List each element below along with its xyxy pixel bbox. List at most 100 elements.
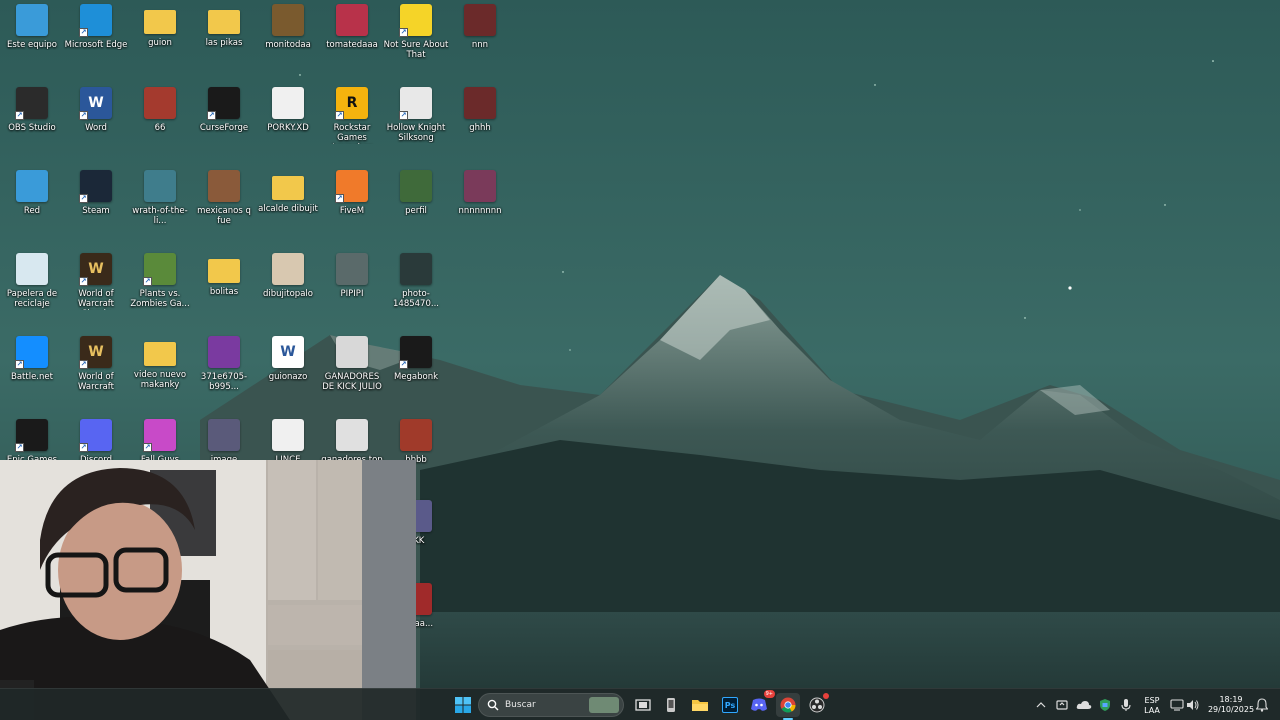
desktop-icon-label: alcalde dibujit bbox=[258, 204, 318, 214]
desktop-icon[interactable]: ↗ Megabonk bbox=[384, 336, 448, 416]
desktop-icon-label: FiveM bbox=[339, 206, 365, 216]
desktop-icon-label: guionazo bbox=[268, 372, 308, 382]
show-hidden-icons-button[interactable] bbox=[1033, 697, 1049, 713]
folder-icon bbox=[272, 176, 304, 200]
word-icon: W ↗ bbox=[79, 87, 112, 120]
image-file-icon bbox=[336, 336, 368, 368]
desktop-icon[interactable]: ↗ Steam bbox=[64, 170, 128, 250]
taskbar-app-obs[interactable] bbox=[805, 693, 829, 717]
desktop-icon[interactable]: PORKY.XD bbox=[256, 87, 320, 167]
webcam-feed-image bbox=[0, 460, 416, 720]
desktop-icon-label: GANADORES DE KICK JULIO bbox=[322, 372, 382, 392]
desktop-icon[interactable]: monitodaa bbox=[256, 4, 320, 84]
desktop-icon[interactable]: W ↗ World of Warcraft bbox=[64, 336, 128, 416]
fall-guys-icon: ↗ bbox=[143, 419, 176, 452]
fivem-icon: ↗ bbox=[335, 170, 368, 203]
desktop-icon[interactable]: photo-1485470... bbox=[384, 253, 448, 333]
desktop-icon[interactable]: Red bbox=[0, 170, 64, 250]
task-view-button[interactable] bbox=[631, 693, 655, 717]
discord-icon: ↗ bbox=[79, 419, 112, 452]
desktop-icon-label: video nuevo makanky bbox=[133, 370, 187, 390]
desktop-icon[interactable]: ↗ FiveM bbox=[320, 170, 384, 250]
language-indicator[interactable]: ESP LAA bbox=[1140, 696, 1164, 716]
desktop-icon[interactable]: ↗ Not Sure About That bbox=[384, 4, 448, 84]
image-file-icon bbox=[272, 253, 304, 285]
desktop-icon-label: Megabonk bbox=[393, 372, 439, 382]
image-file-icon bbox=[464, 170, 496, 202]
desktop-icon[interactable]: ghhh bbox=[448, 87, 512, 167]
desktop-icon[interactable]: alcalde dibujit bbox=[256, 170, 320, 250]
desktop-icon[interactable]: Wguionazo bbox=[256, 336, 320, 416]
desktop-icon[interactable]: guion bbox=[128, 4, 192, 84]
image-file-icon bbox=[272, 4, 304, 36]
taskbar-search-box[interactable]: Buscar bbox=[478, 693, 624, 717]
desktop-icon[interactable]: W ↗ Word bbox=[64, 87, 128, 167]
desktop-icon[interactable]: las pikas bbox=[192, 4, 256, 84]
image-file-icon bbox=[464, 4, 496, 36]
desktop-icon[interactable]: R↗ Rockstar Games Launcher bbox=[320, 87, 384, 167]
image-file-icon bbox=[144, 87, 176, 119]
desktop-icon[interactable]: W↗ World of Warcraft Classic bbox=[64, 253, 128, 333]
video-file-icon bbox=[272, 419, 304, 451]
desktop-icon[interactable]: video nuevo makanky bbox=[128, 336, 192, 416]
shortcut-arrow-icon: ↗ bbox=[399, 28, 408, 37]
desktop-icon[interactable]: ↗ CurseForge bbox=[192, 87, 256, 167]
taskbar-app-widget[interactable] bbox=[659, 693, 683, 717]
image-file-icon bbox=[208, 170, 240, 202]
taskbar-app-discord[interactable]: 9+ bbox=[747, 690, 775, 717]
wow-icon: W ↗ bbox=[79, 253, 112, 286]
clock[interactable]: 18:19 29/10/2025 bbox=[1206, 695, 1256, 715]
desktop-icon[interactable]: dibujitopalo bbox=[256, 253, 320, 333]
taskbar-app-chrome[interactable] bbox=[776, 693, 800, 720]
desktop-icon[interactable]: 66 bbox=[128, 87, 192, 167]
notifications-button[interactable] bbox=[1254, 697, 1270, 713]
tray-sync-button[interactable] bbox=[1054, 697, 1070, 713]
desktop-icon-label: Plants vs. Zombies Ga... bbox=[130, 289, 190, 309]
chrome-icon bbox=[780, 697, 796, 713]
desktop-icon-label: Este equipo bbox=[6, 40, 58, 50]
obs-icon: ↗ bbox=[15, 87, 48, 120]
desktop-icon[interactable]: perfil bbox=[384, 170, 448, 250]
start-button[interactable] bbox=[451, 693, 475, 717]
desktop-icon-label: ghhh bbox=[469, 123, 491, 133]
tray-network-button[interactable] bbox=[1169, 697, 1185, 713]
desktop-icon-label: CurseForge bbox=[199, 123, 249, 133]
desktop-icon-label: nnnnnnnn bbox=[458, 206, 502, 216]
tray-security-button[interactable] bbox=[1097, 697, 1113, 713]
taskbar-app-photoshop[interactable]: Ps bbox=[718, 693, 742, 717]
desktop-icon[interactable]: Papelera de reciclaje bbox=[0, 253, 64, 333]
desktop-icon[interactable]: Este equipo bbox=[0, 4, 64, 84]
desktop-icon[interactable]: nnn bbox=[448, 4, 512, 84]
search-placeholder: Buscar bbox=[505, 700, 536, 710]
desktop-icon-label: 66 bbox=[154, 123, 166, 133]
taskbar-app-explorer[interactable] bbox=[688, 693, 712, 717]
desktop-icon[interactable]: bolitas bbox=[192, 253, 256, 333]
tray-volume-button[interactable] bbox=[1185, 697, 1201, 713]
desktop-icon[interactable]: ↗ Hollow Knight Silksong bbox=[384, 87, 448, 167]
desktop-icon[interactable]: GANADORES DE KICK JULIO bbox=[320, 336, 384, 416]
image-file-icon bbox=[336, 419, 368, 451]
image-file-icon bbox=[208, 419, 240, 451]
tray-microphone-button[interactable] bbox=[1118, 697, 1134, 713]
discord-icon bbox=[751, 698, 767, 711]
desktop-icon-label: guion bbox=[148, 38, 172, 48]
desktop-icon[interactable]: ↗ Microsoft Edge bbox=[64, 4, 128, 84]
word-doc-icon: W bbox=[272, 336, 304, 368]
language-code: ESP bbox=[1144, 696, 1160, 705]
tray-onedrive-button[interactable] bbox=[1076, 697, 1092, 713]
desktop-icon[interactable]: ↗ OBS Studio bbox=[0, 87, 64, 167]
desktop-icon[interactable]: ↗ Plants vs. Zombies Ga... bbox=[128, 253, 192, 333]
desktop-icon[interactable]: ↗ Battle.net bbox=[0, 336, 64, 416]
speaker-icon bbox=[1187, 700, 1199, 710]
desktop-icon[interactable]: wrath-of-the-li... bbox=[128, 170, 192, 250]
clock-date: 29/10/2025 bbox=[1207, 705, 1255, 714]
icon-glyph: W bbox=[88, 95, 104, 111]
desktop-icon[interactable]: tomatedaaa bbox=[320, 4, 384, 84]
steam-icon: ↗ bbox=[79, 170, 112, 203]
hollow-knight-icon: ↗ bbox=[399, 87, 432, 120]
desktop-icon[interactable]: 371e6705-b995... bbox=[192, 336, 256, 416]
desktop-icon[interactable]: mexicanos q fue bbox=[192, 170, 256, 250]
icon-glyph: W bbox=[88, 261, 104, 277]
desktop-icon[interactable]: nnnnnnnn bbox=[448, 170, 512, 250]
desktop-icon[interactable]: PIPIPI bbox=[320, 253, 384, 333]
